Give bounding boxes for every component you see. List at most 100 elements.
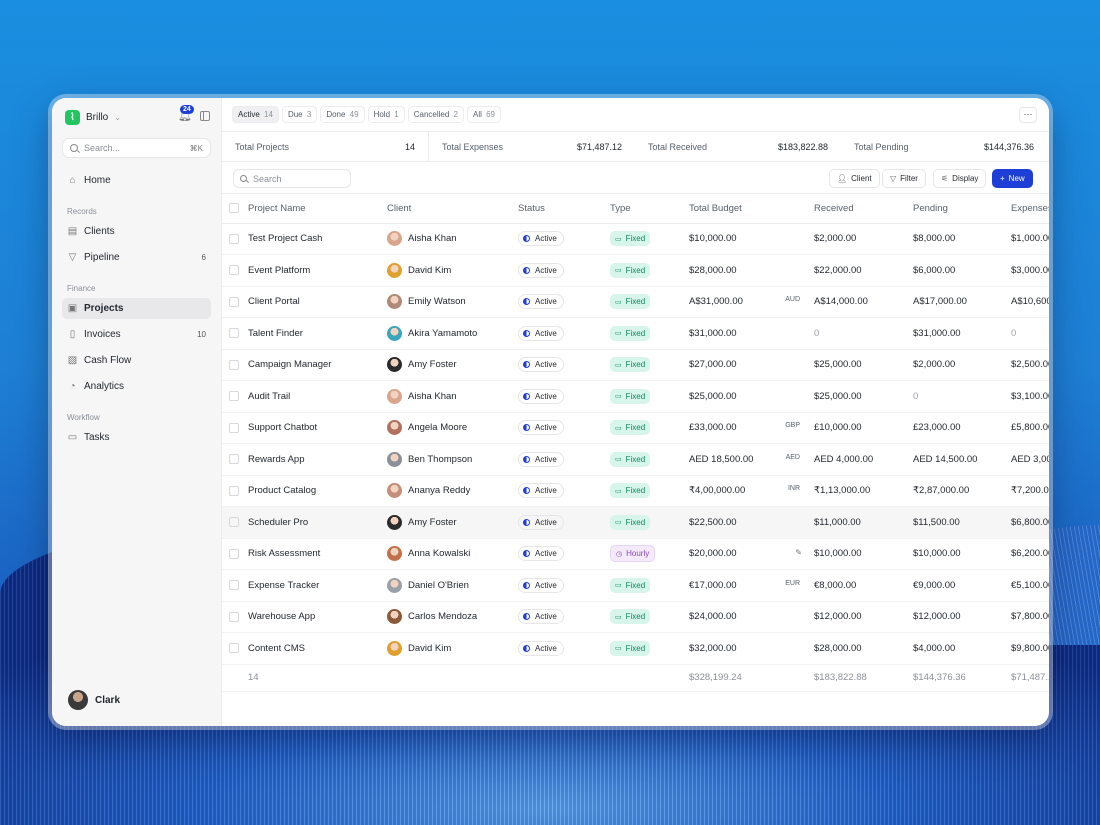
row-checkbox[interactable] [229,296,239,307]
sidebar-item-tasks[interactable]: ▭ Tasks [62,427,211,448]
row-checkbox[interactable] [229,422,239,433]
project-name[interactable]: Event Platform [248,254,387,287]
status-badge[interactable]: Active [518,577,564,593]
table-row[interactable]: Rewards App Ben Thompson Active ▭ Fixed AED 1… [222,443,1049,476]
type-badge[interactable]: ▭ Fixed [610,420,651,436]
client-cell[interactable]: David Kim [387,254,518,287]
client-cell[interactable]: Aisha Khan [387,380,518,413]
project-name[interactable]: Rewards App [248,443,387,476]
sidebar-search-input[interactable]: Search... ⌘K [62,138,211,158]
table-row[interactable]: Client Portal Emily Watson Active ▭ Fixed A$3… [222,286,1049,318]
project-name[interactable]: Support Chatbot [248,412,387,444]
tab-hold[interactable]: Hold 1 [367,106,405,123]
select-all-checkbox[interactable] [229,203,239,214]
status-badge[interactable]: Active [518,420,564,436]
column-header[interactable]: Type [610,194,689,224]
row-checkbox[interactable] [229,643,239,654]
table-row[interactable]: Content CMS David Kim Active ▭ Fixed $32,000.… [222,632,1049,665]
client-cell[interactable]: Akira Yamamoto [387,317,518,350]
row-checkbox[interactable] [229,611,239,622]
type-badge[interactable]: ▭ Fixed [610,451,651,467]
column-header[interactable]: Total Budget [689,194,814,224]
table-row[interactable]: Campaign Manager Amy Foster Active ▭ Fixed $2… [222,349,1049,381]
filter-button[interactable]: ▽ Filter [882,169,926,188]
type-badge[interactable]: ▭ Fixed [610,483,651,499]
tab-cancelled[interactable]: Cancelled 2 [407,106,464,123]
type-badge[interactable]: ▭ Fixed [610,640,651,656]
row-checkbox[interactable] [229,233,239,244]
status-badge[interactable]: Active [518,451,564,467]
client-cell[interactable]: Ananya Reddy [387,475,518,507]
table-row[interactable]: Talent Finder Akira Yamamoto Active ▭ Fixed $… [222,317,1049,350]
status-badge[interactable]: Active [518,483,564,499]
table-row[interactable]: Product Catalog Ananya Reddy Active ▭ Fixed ₹… [222,475,1049,507]
column-header[interactable]: Pending [913,194,1011,224]
table-row[interactable]: Scheduler Pro Amy Foster Active ▭ Fixed $22,5… [222,506,1049,539]
column-header[interactable]: Status [518,194,610,224]
row-checkbox[interactable] [229,580,239,591]
client-cell[interactable]: David Kim [387,632,518,665]
project-name[interactable]: Product Catalog [248,475,387,507]
client-cell[interactable]: Ben Thompson [387,443,518,476]
project-name[interactable]: Campaign Manager [248,349,387,381]
row-checkbox[interactable] [229,391,239,402]
project-name[interactable]: Risk Assessment [248,538,387,570]
client-cell[interactable]: Carlos Mendoza [387,601,518,633]
tab-active[interactable]: Active 14 [232,106,279,123]
status-badge[interactable]: Active [518,514,564,530]
sidebar-item-pipeline[interactable]: ▽ Pipeline 6 [62,247,211,268]
sidebar-item-home[interactable]: ⌂ Home [62,170,211,191]
tab-all[interactable]: All 69 [466,106,502,123]
table-row[interactable]: Support Chatbot Angela Moore Active ▭ Fixed £… [222,412,1049,444]
status-badge[interactable]: Active [518,640,564,656]
user-profile[interactable]: Clark [68,690,120,710]
sidebar-item-invoices[interactable]: ▯ Invoices 10 [62,324,211,345]
client-cell[interactable]: Aisha Khan [387,223,518,255]
row-checkbox[interactable] [229,359,239,370]
project-name[interactable]: Client Portal [248,286,387,318]
pencil-icon[interactable]: ✎ [795,548,802,557]
status-badge[interactable]: Active [518,357,564,373]
client-filter-button[interactable]: 👤︎ Client [829,169,880,188]
project-name[interactable]: Audit Trail [248,380,387,413]
more-options-button[interactable]: ··· [1019,107,1037,123]
toggle-sidebar-icon[interactable] [200,111,210,121]
row-checkbox[interactable] [229,265,239,276]
table-row[interactable]: Expense Tracker Daniel O'Brien Active ▭ Fixe… [222,569,1049,602]
status-badge[interactable]: Active [518,262,564,278]
client-cell[interactable]: Daniel O'Brien [387,569,518,602]
type-badge[interactable]: ▭ Fixed [610,577,651,593]
project-name[interactable]: Talent Finder [248,317,387,350]
type-badge[interactable]: ▭ Fixed [610,388,651,404]
status-badge[interactable]: Active [518,609,564,625]
row-checkbox[interactable] [229,328,239,339]
status-badge[interactable]: Active [518,294,564,310]
table-row[interactable]: Audit Trail Aisha Khan Active ▭ Fixed $25,000… [222,380,1049,413]
sidebar-item-clients[interactable]: ▤ Clients [62,221,211,242]
type-badge[interactable]: ▭ Fixed [610,357,651,373]
project-name[interactable]: Warehouse App [248,601,387,633]
column-header[interactable]: Client [387,194,518,224]
project-name[interactable]: Content CMS [248,632,387,665]
table-search-input[interactable]: Search [233,169,351,188]
project-name[interactable]: Scheduler Pro [248,506,387,539]
sidebar-item-cash-flow[interactable]: ▧ Cash Flow [62,350,211,371]
client-cell[interactable]: Anna Kowalski [387,538,518,570]
sidebar-item-projects[interactable]: ▣ Projects [62,298,211,319]
type-badge[interactable]: ▭ Fixed [610,609,651,625]
row-checkbox[interactable] [229,517,239,528]
display-button[interactable]: ⚟ Display [933,169,987,188]
table-row[interactable]: Risk Assessment Anna Kowalski Active ◷ Hourl… [222,538,1049,570]
table-row[interactable]: Warehouse App Carlos Mendoza Active ▭ Fixed $… [222,601,1049,633]
tab-due[interactable]: Due 3 [281,106,318,123]
type-badge[interactable]: ◷ Hourly [610,545,656,563]
client-cell[interactable]: Amy Foster [387,506,518,539]
type-badge[interactable]: ▭ Fixed [610,294,651,310]
type-badge[interactable]: ▭ Fixed [610,514,651,530]
notifications-button[interactable]: 🔔︎ 24 [178,105,194,123]
client-cell[interactable]: Angela Moore [387,412,518,444]
row-checkbox[interactable] [229,485,239,496]
status-badge[interactable]: Active [518,388,564,404]
type-badge[interactable]: ▭ Fixed [610,262,651,278]
status-badge[interactable]: Active [518,231,564,247]
